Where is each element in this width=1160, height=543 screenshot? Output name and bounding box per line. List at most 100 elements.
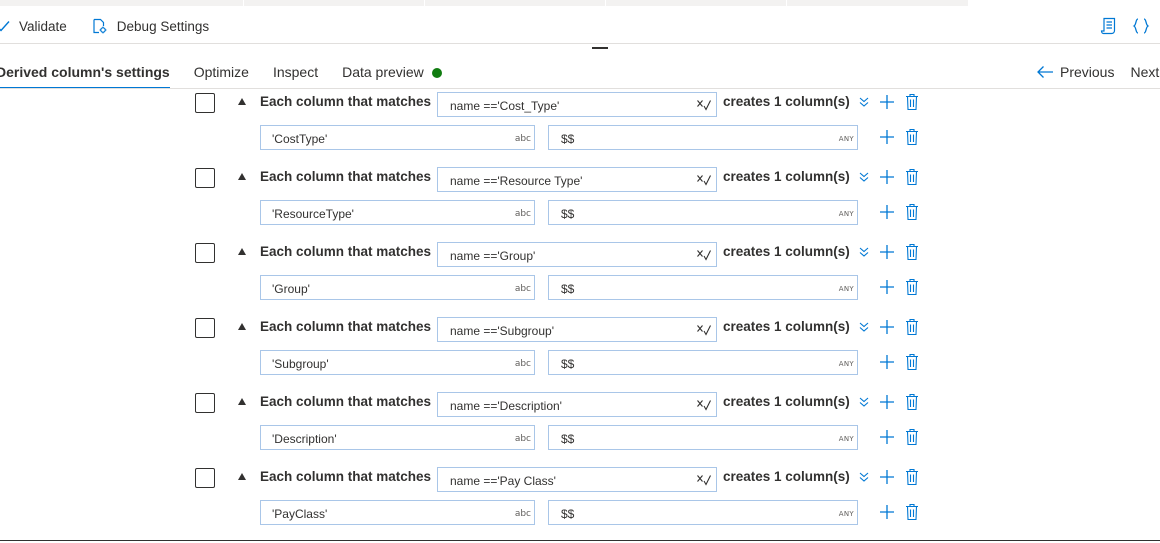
add-icon[interactable]: [879, 394, 895, 410]
creates-label: creates 1 column(s): [723, 169, 850, 184]
validate-button[interactable]: Validate: [0, 8, 67, 44]
string-type-badge: abc: [514, 359, 531, 369]
match-condition-input[interactable]: name =='Cost_Type': [437, 92, 717, 117]
collapse-caret-icon[interactable]: [238, 98, 246, 105]
collapse-caret-icon[interactable]: [238, 398, 246, 405]
expression-input[interactable]: $$ ANY: [548, 350, 858, 375]
add-icon[interactable]: [879, 129, 895, 145]
expression-text: $$: [561, 282, 575, 296]
condition-text: name =='Description': [450, 399, 562, 413]
add-icon[interactable]: [879, 354, 895, 370]
expression-builder-icon[interactable]: [696, 98, 712, 112]
settings-tab-bar: Derived column's settings Optimize Inspe…: [0, 56, 466, 89]
expression-input[interactable]: $$ ANY: [548, 275, 858, 300]
match-condition-input[interactable]: name =='Pay Class': [437, 467, 717, 492]
tab-derived-column-settings[interactable]: Derived column's settings: [0, 56, 170, 89]
delete-icon[interactable]: [905, 468, 919, 486]
expression-input[interactable]: $$ ANY: [548, 425, 858, 450]
string-type-badge: abc: [514, 509, 531, 519]
rule-checkbox[interactable]: [195, 93, 215, 113]
add-icon[interactable]: [879, 279, 895, 295]
expression-builder-icon[interactable]: [696, 398, 712, 412]
delete-icon[interactable]: [905, 318, 919, 336]
delete-icon[interactable]: [905, 428, 919, 446]
column-name-text: 'Subgroup': [272, 357, 329, 371]
match-condition-input[interactable]: name =='Group': [437, 242, 717, 267]
rule-checkbox[interactable]: [195, 168, 215, 188]
chevron-double-down-icon[interactable]: [858, 471, 870, 483]
collapse-caret-icon[interactable]: [238, 323, 246, 330]
tab-optimize[interactable]: Optimize: [194, 56, 249, 89]
add-icon[interactable]: [879, 429, 895, 445]
add-icon[interactable]: [879, 319, 895, 335]
step-navigation: Previous Next: [1020, 56, 1160, 89]
script-icon[interactable]: [1100, 17, 1118, 35]
status-dot-icon: [431, 68, 442, 78]
code-braces-icon[interactable]: [1132, 17, 1150, 35]
rule-checkbox[interactable]: [195, 243, 215, 263]
tab-inspect[interactable]: Inspect: [273, 56, 318, 89]
delete-icon[interactable]: [905, 168, 919, 186]
expression-input[interactable]: $$ ANY: [548, 200, 858, 225]
chevron-double-down-icon[interactable]: [858, 171, 870, 183]
delete-icon[interactable]: [905, 203, 919, 221]
match-label: Each column that matches: [260, 319, 432, 334]
match-condition-input[interactable]: name =='Resource Type': [437, 167, 717, 192]
expression-text: $$: [561, 432, 575, 446]
column-pattern-rules: Each column that matches name =='Cost_Ty…: [0, 89, 1160, 539]
expression-builder-icon[interactable]: [696, 173, 712, 187]
previous-button[interactable]: Previous: [1036, 64, 1114, 80]
toolbar-divider: [0, 43, 1160, 44]
column-name-input[interactable]: 'PayClass' abc: [260, 500, 535, 525]
creates-label: creates 1 column(s): [723, 319, 850, 334]
rule-checkbox[interactable]: [195, 468, 215, 488]
delete-icon[interactable]: [905, 243, 919, 261]
pane-splitter-handle[interactable]: [592, 47, 608, 49]
match-condition-input[interactable]: name =='Description': [437, 392, 717, 417]
expression-input[interactable]: $$ ANY: [548, 125, 858, 150]
delete-icon[interactable]: [905, 393, 919, 411]
collapse-caret-icon[interactable]: [238, 173, 246, 180]
chevron-double-down-icon[interactable]: [858, 396, 870, 408]
add-icon[interactable]: [879, 244, 895, 260]
column-name-input[interactable]: 'Description' abc: [260, 425, 535, 450]
chevron-double-down-icon[interactable]: [858, 96, 870, 108]
column-name-text: 'ResourceType': [272, 207, 354, 221]
rule-checkbox[interactable]: [195, 318, 215, 338]
tab-label: Inspect: [272, 64, 319, 80]
condition-text: name =='Pay Class': [450, 474, 556, 488]
collapse-caret-icon[interactable]: [238, 248, 246, 255]
tab-label: Optimize: [193, 64, 249, 80]
previous-label: Previous: [1060, 64, 1115, 80]
expression-builder-icon[interactable]: [696, 248, 712, 262]
column-name-input[interactable]: 'CostType' abc: [260, 125, 535, 150]
chevron-double-down-icon[interactable]: [858, 321, 870, 333]
delete-icon[interactable]: [905, 93, 919, 111]
delete-icon[interactable]: [905, 278, 919, 296]
expression-builder-icon[interactable]: [696, 323, 712, 337]
add-icon[interactable]: [879, 504, 895, 520]
column-name-input[interactable]: 'Group' abc: [260, 275, 535, 300]
tab-data-preview[interactable]: Data preview: [342, 56, 442, 89]
column-name-input[interactable]: 'ResourceType' abc: [260, 200, 535, 225]
any-type-badge: ANY: [838, 435, 854, 443]
add-icon[interactable]: [879, 169, 895, 185]
column-name-input[interactable]: 'Subgroup' abc: [260, 350, 535, 375]
next-label: Next: [1130, 64, 1160, 80]
expression-input[interactable]: $$ ANY: [548, 500, 858, 525]
next-button[interactable]: Next: [1130, 64, 1160, 80]
match-condition-input[interactable]: name =='Subgroup': [437, 317, 717, 342]
add-icon[interactable]: [879, 469, 895, 485]
chevron-double-down-icon[interactable]: [858, 246, 870, 258]
delete-icon[interactable]: [905, 128, 919, 146]
expression-builder-icon[interactable]: [696, 473, 712, 487]
add-icon[interactable]: [879, 94, 895, 110]
add-icon[interactable]: [879, 204, 895, 220]
collapse-caret-icon[interactable]: [238, 473, 246, 480]
debug-settings-button[interactable]: Debug Settings: [67, 8, 209, 44]
rule-checkbox[interactable]: [195, 393, 215, 413]
match-label: Each column that matches: [260, 394, 432, 409]
delete-icon[interactable]: [905, 353, 919, 371]
delete-icon[interactable]: [905, 503, 919, 521]
any-type-badge: ANY: [838, 285, 854, 293]
